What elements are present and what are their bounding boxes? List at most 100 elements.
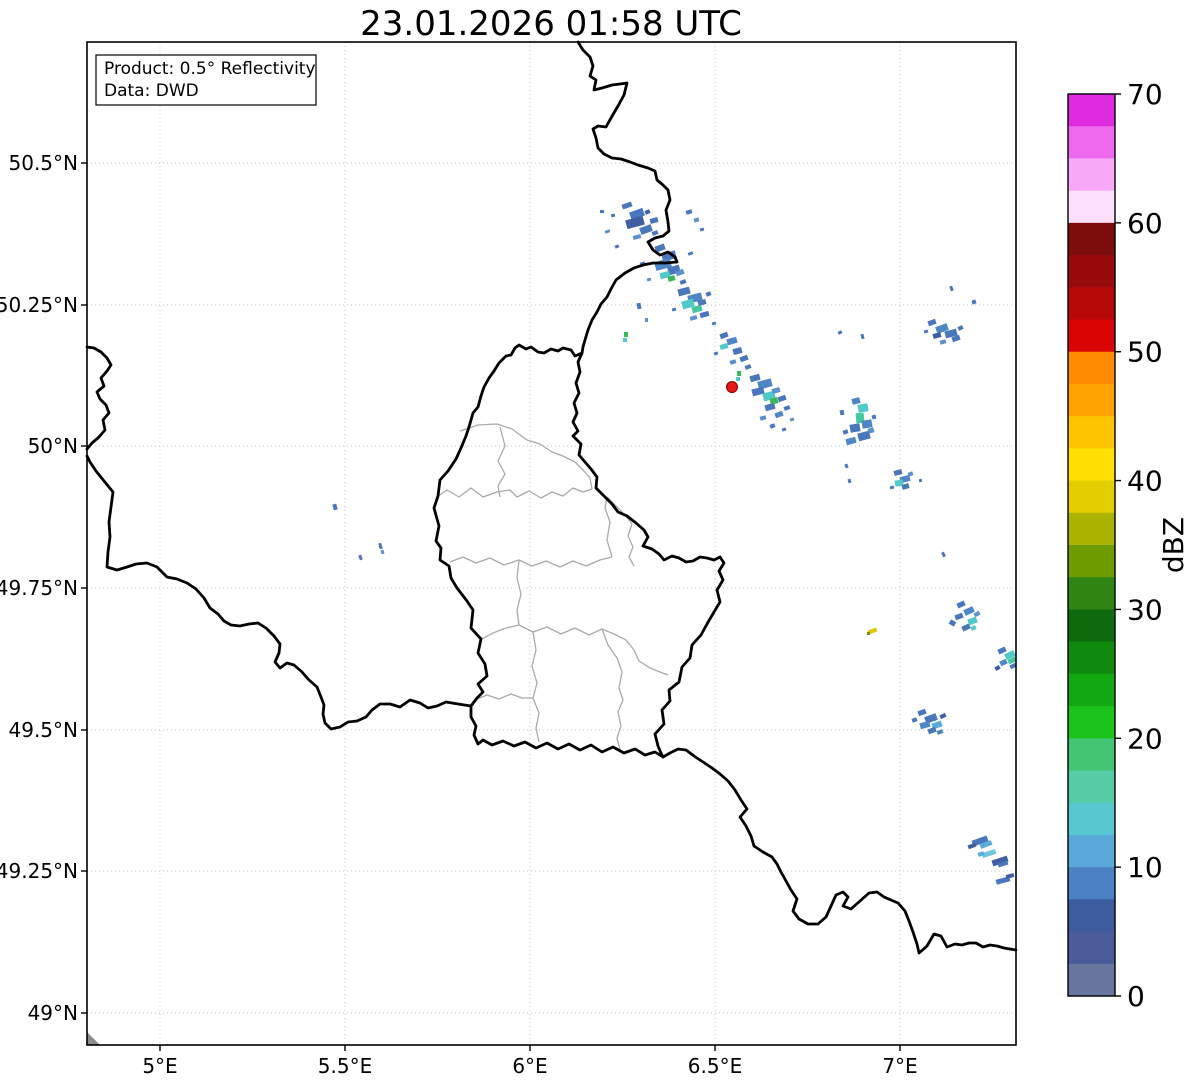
colorbar-label: dBZ [1157,517,1190,573]
radar-echo-cell [624,332,628,337]
radar-echo-cell [893,469,903,476]
radar-echo-cell [860,333,865,340]
radar-echo-cell [936,729,944,735]
radar-echo-cell [726,336,738,346]
x-tick-label: 5°E [142,1054,177,1078]
y-tick-label: 49°N [28,1001,78,1025]
colorbar-segment [1068,802,1115,836]
product-info-box: Product: 0.5° Reflectivity Data: DWD [95,54,317,106]
canton-border-line [531,631,540,743]
radar-echo-cell [957,325,964,331]
colorbar-segment [1068,480,1115,514]
radar-echo-cell [971,299,977,305]
colorbar-tick-label: 10 [1127,851,1163,884]
radar-echo-cell [867,632,870,635]
radar-echo-cell [967,842,977,850]
colorbar-segment [1068,834,1115,868]
y-tick-label: 50.25°N [0,293,78,317]
radar-echo-cell [839,409,845,416]
colorbar-tick-label: 70 [1127,78,1163,111]
canton-border-line [479,624,669,676]
radar-echo-cell [699,227,705,232]
colorbar-segment [1068,416,1115,449]
y-tick-label: 49.5°N [9,718,79,742]
radar-echo-cell [963,606,975,616]
colorbar-segment [1068,738,1115,772]
data-source-line: Data: DWD [104,81,199,101]
y-tick-label: 49.25°N [0,859,78,883]
radar-echoes [332,201,1017,885]
radar-echo-cell [649,217,659,224]
radar-echo-cell [847,478,852,484]
radar-site-marker [726,381,738,393]
colorbar-segment [1068,609,1115,643]
colorbar-segment [1068,899,1115,933]
radar-echo-cell [358,554,363,561]
colorbar-tick-label: 50 [1127,336,1163,369]
radar-echo-cell [867,427,875,434]
radar-echo-cell [777,394,787,403]
radar-echo-cell [849,423,861,433]
colorbar-segment [1068,706,1115,739]
colorbar-segment [1068,867,1115,900]
radar-echo-cell [719,343,729,350]
colorbar-segment [1068,512,1115,546]
radar-echo-cell [623,338,627,342]
radar-echo-cell [621,201,633,210]
radar-echo-cell [851,397,861,405]
colorbar-segment [1068,190,1115,224]
radar-echo-cell [889,485,895,490]
radar-echo-cell [919,720,931,730]
colorbar-segment [1068,255,1115,288]
radar-echo-cell [954,612,964,621]
radar-echo-cell [939,339,947,345]
radar-echo-cell [632,234,642,240]
radar-echo-cell [948,619,957,627]
canton-border-line [601,628,624,751]
radar-echo-cell [917,708,927,717]
radar-echo-cell [646,277,652,282]
canton-border-line [474,693,533,701]
radar-echo-cell [685,209,693,215]
figure-title: 23.01.2026 01:58 UTC [360,4,742,44]
radar-echo-cell [736,377,740,381]
france-germany-border [661,747,1018,955]
radar-echo-cell [783,405,791,411]
colorbar-segment [1068,673,1115,707]
radar-echo-cell [378,542,383,550]
radar-echo-cell [911,717,918,723]
colorbar-segment [1068,319,1115,353]
radar-echo-cell [689,315,698,321]
colorbar-segment [1068,577,1115,611]
y-tick-label: 50°N [28,434,78,458]
colorbar-segment [1068,770,1115,804]
radar-echo-cell [671,307,677,312]
colorbar-segment [1068,963,1115,997]
belgium-france-border [85,454,473,731]
colorbar-segment [1068,351,1115,385]
x-tick-label: 7°E [882,1054,917,1078]
radar-echo-cell [744,364,752,370]
axis-ticks: 5°E 5.5°E 6°E 6.5°E 7°E 50.5°N 50.25°N 50°N 49.7… [0,151,918,1078]
radar-echo-cell [679,279,687,285]
radar-echo-cell [789,417,795,422]
radar-echo-cell [693,217,700,223]
canton-border-line [459,423,576,463]
plot-frame [86,41,1017,1046]
radar-echo-cell [927,318,937,327]
radar-echo-cell [759,415,767,421]
colorbar-tick-label: 20 [1127,722,1163,755]
radar-echo-cell [842,429,849,435]
radar-echo-cell [729,359,737,365]
radar-echo-cell [764,402,776,412]
national-borders [85,40,1018,955]
luxembourg-border [432,343,726,759]
radar-map-canvas: 23.01.2026 01:58 UTC 5°E 5.5°E 6°E 6.5°E 7°E… [0,4,1190,1078]
radar-echo-cell [380,549,385,555]
colorbar-tick-label: 30 [1127,593,1163,626]
canton-border-line [516,559,522,626]
colorbar-segment [1068,641,1115,675]
colorbar-segment [1068,287,1115,321]
colorbar-segment [1068,931,1115,965]
colorbar-segment [1068,158,1115,192]
